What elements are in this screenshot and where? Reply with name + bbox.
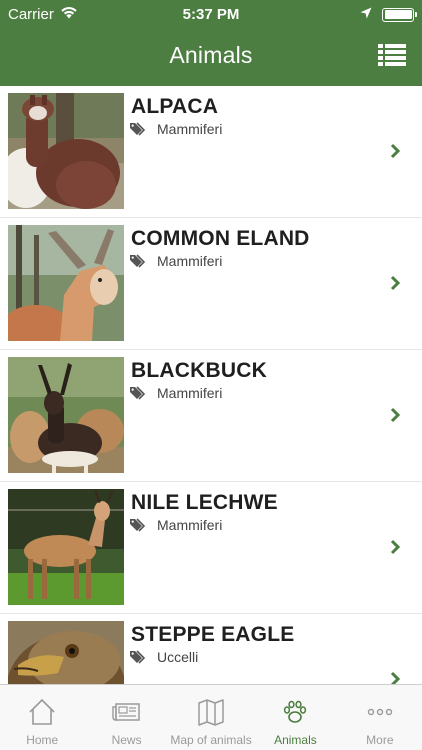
status-bar: Carrier 5:37 PM xyxy=(0,0,422,30)
animal-name: ALPACA xyxy=(131,95,219,118)
chevron-right-icon xyxy=(390,407,401,423)
animal-row[interactable]: ALPACA Mammiferi xyxy=(0,86,422,218)
animal-category: Uccelli xyxy=(130,649,198,665)
battery-icon xyxy=(382,7,417,22)
animal-photo xyxy=(8,621,124,684)
list-view-button[interactable] xyxy=(378,44,406,66)
animal-category: Mammiferi xyxy=(130,253,222,269)
tab-animals[interactable]: Animals xyxy=(253,685,337,750)
tab-map-of-animals[interactable]: Map of animals xyxy=(169,685,253,750)
tab-more[interactable]: More xyxy=(338,685,422,750)
category-label: Uccelli xyxy=(157,649,199,665)
newspaper-icon xyxy=(111,703,140,721)
animal-category: Mammiferi xyxy=(130,121,222,137)
animal-category: Mammiferi xyxy=(130,517,222,533)
animal-row[interactable]: BLACKBUCK Mammiferi xyxy=(0,350,422,482)
location-arrow-icon xyxy=(360,6,372,23)
tab-home[interactable]: Home xyxy=(0,685,84,750)
chevron-right-icon xyxy=(390,143,401,159)
chevron-right-icon xyxy=(390,275,401,291)
animal-name: COMMON ELAND xyxy=(131,227,310,250)
tags-icon xyxy=(130,518,148,532)
tags-icon xyxy=(130,650,148,664)
animal-row[interactable]: COMMON ELAND Mammiferi xyxy=(0,218,422,350)
home-icon xyxy=(29,698,55,725)
tab-news[interactable]: News xyxy=(84,685,168,750)
tab-label: More xyxy=(366,733,394,747)
tab-label: Home xyxy=(26,733,59,747)
animal-row[interactable]: STEPPE EAGLE Uccelli xyxy=(0,614,422,684)
map-icon xyxy=(198,699,224,726)
tab-bar: Home News Map of animals Animals More xyxy=(0,684,422,750)
tags-icon xyxy=(130,122,148,136)
animal-list[interactable]: ALPACA Mammiferi COMMON ELAND Mammiferi … xyxy=(0,86,422,684)
animal-photo xyxy=(8,489,124,605)
tags-icon xyxy=(130,386,148,400)
more-icon xyxy=(367,708,393,716)
list-icon xyxy=(378,44,406,66)
tab-label: News xyxy=(111,733,142,747)
category-label: Mammiferi xyxy=(157,385,223,401)
animal-row[interactable]: NILE LECHWE Mammiferi xyxy=(0,482,422,614)
clock: 5:37 PM xyxy=(182,6,240,23)
tab-label: Animals xyxy=(274,733,317,747)
status-right-indicators xyxy=(360,6,417,23)
page-title: Animals xyxy=(169,42,253,68)
navigation-header: Carrier 5:37 PM Animals xyxy=(0,0,422,86)
animal-category: Mammiferi xyxy=(130,385,222,401)
animal-name: BLACKBUCK xyxy=(131,359,267,382)
animal-name: NILE LECHWE xyxy=(131,491,278,514)
paw-icon xyxy=(284,700,307,723)
category-label: Mammiferi xyxy=(157,253,223,269)
animal-photo xyxy=(8,225,124,341)
animal-name: STEPPE EAGLE xyxy=(131,623,295,646)
category-label: Mammiferi xyxy=(157,121,223,137)
animal-photo xyxy=(8,93,124,209)
animal-photo xyxy=(8,357,124,473)
chevron-right-icon xyxy=(390,539,401,555)
tab-label: Map of animals xyxy=(170,733,252,747)
category-label: Mammiferi xyxy=(157,517,223,533)
tags-icon xyxy=(130,254,148,268)
chevron-right-icon xyxy=(390,671,401,684)
